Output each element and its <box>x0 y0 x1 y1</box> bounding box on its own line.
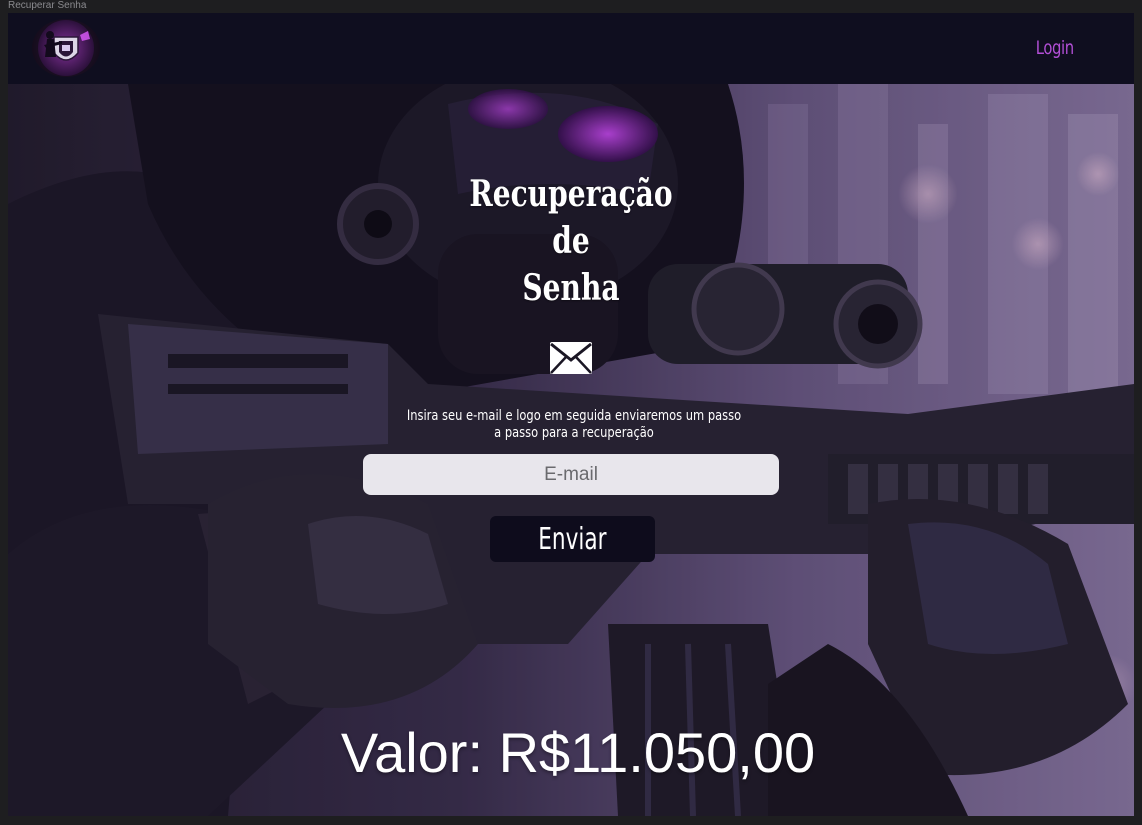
login-link[interactable]: Login <box>1036 37 1074 59</box>
envelope-icon <box>549 338 593 378</box>
logo-graphic <box>38 20 94 76</box>
title-line-1: Recuperação <box>469 173 673 215</box>
title-line-2: de <box>552 220 590 262</box>
page-title: Recuperação de Senha <box>454 171 688 312</box>
window-bottom-bar <box>0 816 1142 825</box>
soldier-shield-logo[interactable] <box>32 19 100 77</box>
price-text: Valor: R$11.050,00 <box>340 721 816 784</box>
page-canvas: Login Recuperação de Senha Insira seu e-… <box>8 13 1134 816</box>
navbar: Login <box>8 13 1134 84</box>
window-frame: Recuperar Senha Login Recuperação de Sen… <box>0 0 1142 825</box>
title-line-3: Senha <box>522 267 620 309</box>
instruction-text: Insira seu e-mail e logo em seguida envi… <box>406 408 742 441</box>
send-button[interactable]: Enviar <box>490 516 655 562</box>
window-title: Recuperar Senha <box>8 0 87 11</box>
send-button-label: Enviar <box>538 521 607 557</box>
email-input[interactable] <box>363 454 779 495</box>
